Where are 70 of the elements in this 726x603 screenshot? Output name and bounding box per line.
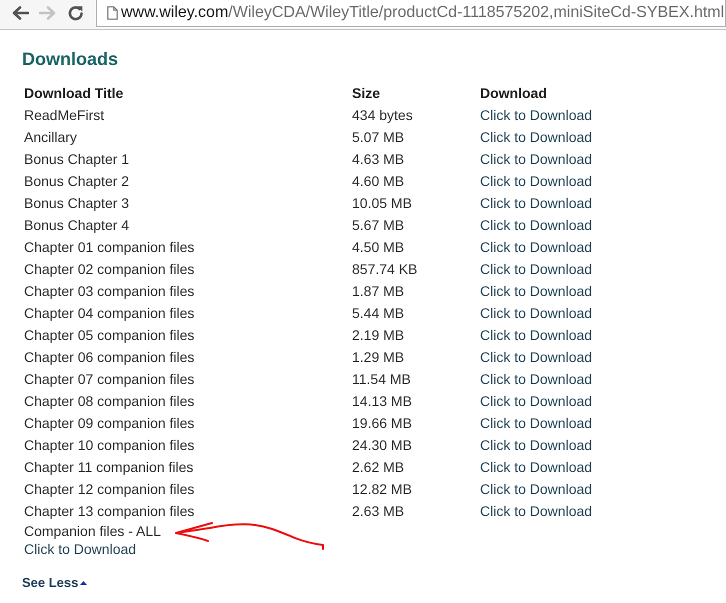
file-size-cell-text: 1.29 MB <box>352 348 406 367</box>
file-title-cell-text: Chapter 07 companion files <box>24 370 196 389</box>
file-title-cell-text: Ancillary <box>24 128 78 147</box>
file-size-cell-text: 12.82 MB <box>352 480 413 499</box>
download-link[interactable]: Click to Download <box>480 415 592 431</box>
file-size-cell-text: 10.05 MB <box>352 194 413 213</box>
file-size-cell-text: 4.63 MB <box>352 150 406 169</box>
section-heading: Downloads <box>22 48 118 70</box>
file-title-cell-text: Chapter 03 companion files <box>24 282 196 301</box>
file-title-cell-text: Chapter 09 companion files <box>24 414 196 433</box>
download-link[interactable]: Click to Download <box>480 195 592 211</box>
file-size-cell-text: 19.66 MB <box>352 414 413 433</box>
file-title-cell-text: Chapter 12 companion files <box>24 480 196 499</box>
download-link[interactable]: Click to Download <box>480 283 592 299</box>
file-title-cell-text: Chapter 02 companion files <box>24 260 196 279</box>
file-title-cell-text: Chapter 04 companion files <box>24 304 196 323</box>
download-link[interactable]: Click to Download <box>480 107 592 123</box>
file-title-text: Companion files - ALL <box>24 523 161 539</box>
file-title-cell-text: Bonus Chapter 3 <box>24 194 130 213</box>
download-link[interactable]: Click to Download <box>480 129 592 145</box>
file-size-cell-text: 2.19 MB <box>352 326 406 345</box>
download-link[interactable]: Click to Download <box>480 239 592 255</box>
file-title-cell: ReadMeFirst <box>24 104 352 126</box>
column-header: Download Title <box>24 82 352 104</box>
file-title-cell-text: Chapter 10 companion files <box>24 436 196 455</box>
file-title-cell: Bonus Chapter 2 <box>24 170 352 192</box>
see-less-link[interactable]: See Less <box>22 574 88 592</box>
page-icon <box>107 6 118 20</box>
file-size-cell-text: 14.13 MB <box>352 392 413 411</box>
download-link[interactable]: Click to Download <box>480 261 592 277</box>
file-title-cell-text: Chapter 05 companion files <box>24 326 196 345</box>
download-link[interactable]: Click to Download <box>480 481 592 497</box>
file-title-cell: Bonus Chapter 1 <box>24 148 352 170</box>
download-link[interactable]: Click to Download <box>480 503 592 519</box>
file-size-cell-text: 24.30 MB <box>352 436 413 455</box>
file-size-cell-text: 2.63 MB <box>352 502 406 521</box>
download-link[interactable]: Click to Download <box>480 305 592 321</box>
file-title-cell-text: Chapter 13 companion files <box>24 502 196 521</box>
file-title-cell: Chapter 01 companion files <box>24 236 352 258</box>
address-bar[interactable]: www.wiley.com/WileyCDA/WileyTitle/productCd-1118575202,miniSiteCd-SYBEX.html <box>96 0 726 27</box>
download-link[interactable]: Click to Download <box>480 151 592 167</box>
url-path: /WileyCDA/WileyTitle/productCd-1118575202,miniSiteCd-SYBEX.html <box>228 3 724 23</box>
file-size-cell-text: 434 bytes <box>352 106 414 125</box>
download-link[interactable]: Click to Download <box>480 327 592 343</box>
download-link[interactable]: Click to Download <box>480 349 592 365</box>
file-size-cell-text: 5.44 MB <box>352 304 406 323</box>
file-size-cell-text: 4.60 MB <box>352 172 406 191</box>
download-link[interactable]: Click to Download <box>480 371 592 387</box>
file-size-cell-text: 4.50 MB <box>352 238 406 257</box>
file-size-cell-text: 5.07 MB <box>352 128 406 147</box>
download-link[interactable]: Click to Download <box>480 437 592 453</box>
file-title-cell-text: Bonus Chapter 4 <box>24 216 130 235</box>
file-size-cell-text: 2.62 MB <box>352 458 406 477</box>
download-link[interactable]: Click to Download <box>480 217 592 233</box>
column-header: Download <box>480 84 548 103</box>
file-title-cell-text: Chapter 06 companion files <box>24 348 196 367</box>
reload-icon[interactable] <box>67 5 85 21</box>
back-arrow-icon[interactable] <box>11 5 29 21</box>
file-title-cell-text: Chapter 08 companion files <box>24 392 196 411</box>
file-title-cell-text: Chapter 11 companion files <box>24 458 194 477</box>
file-size-cell-text: 11.54 MB <box>352 370 412 389</box>
download-link[interactable]: Click to Download <box>480 459 592 475</box>
file-size-cell-text: 857.74 KB <box>352 260 418 279</box>
file-size-cell-text: 1.87 MB <box>352 282 406 301</box>
url-host: www.wiley.com <box>121 3 228 23</box>
file-size-cell-text: 5.67 MB <box>352 216 406 235</box>
download-link[interactable]: Click to Download <box>480 393 592 409</box>
download-link[interactable]: Click to Download <box>480 173 592 189</box>
download-link[interactable]: Click to Download <box>24 541 136 557</box>
column-header: Size <box>352 84 382 103</box>
